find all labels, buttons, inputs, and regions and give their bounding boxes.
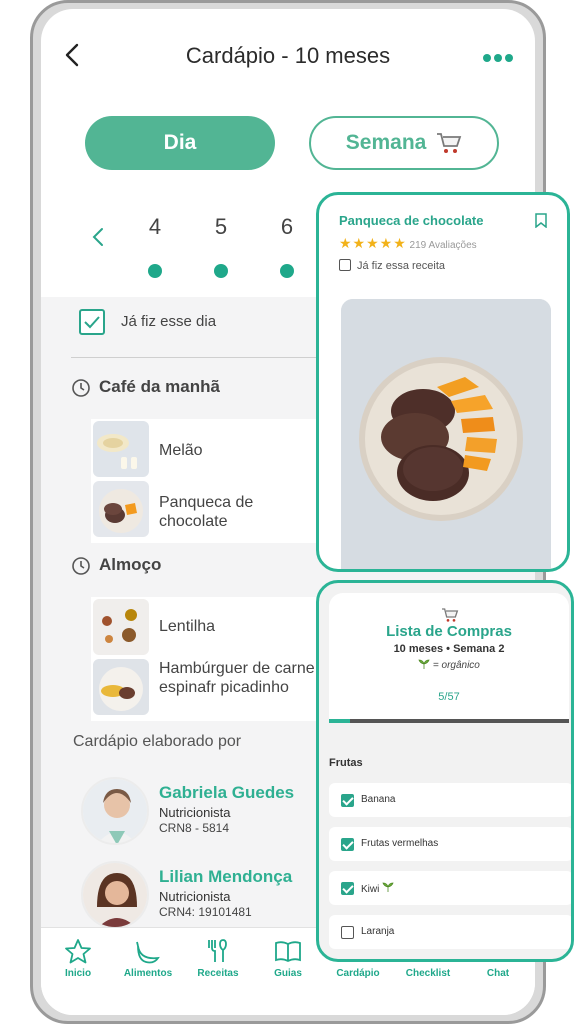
more-options-icon[interactable] xyxy=(483,49,517,62)
top-bar: Cardápio - 10 meses xyxy=(41,39,535,79)
meal-section-breakfast: Café da manhã xyxy=(71,377,220,401)
nav-guides[interactable]: Guias xyxy=(253,938,323,979)
meal-section-lunch: Almoço xyxy=(71,555,161,579)
cart-icon xyxy=(437,133,462,154)
shopping-item-checkbox[interactable] xyxy=(341,838,354,851)
rating: ★★★★★ 219 Avaliações xyxy=(339,235,477,252)
book-icon xyxy=(275,941,301,963)
page-title: Cardápio - 10 meses xyxy=(185,43,391,68)
made-recipe-label: Já fiz essa receita xyxy=(357,260,446,272)
day-item[interactable]: 4 xyxy=(140,214,170,278)
previous-day-icon[interactable] xyxy=(91,226,105,248)
clock-icon xyxy=(72,378,90,397)
day-dot xyxy=(214,264,228,278)
burger-image xyxy=(93,659,149,715)
bookmark-icon[interactable] xyxy=(535,213,547,228)
nutritionist-name: Lilian Mendonça xyxy=(159,867,293,886)
category-label: Frutas xyxy=(329,757,363,769)
shopping-item[interactable]: Frutas vermelhas xyxy=(329,827,571,861)
avatar xyxy=(81,861,149,929)
day-item[interactable]: 6 xyxy=(272,214,302,278)
shopping-list-header: Lista de Compras 10 meses • Semana 2 = o… xyxy=(329,593,569,723)
shopping-list-card[interactable]: Lista de Compras 10 meses • Semana 2 = o… xyxy=(316,580,574,962)
shopping-list-subtitle: 10 meses • Semana 2 xyxy=(393,643,505,655)
check-icon xyxy=(84,316,100,329)
day-item[interactable]: 5 xyxy=(206,214,236,278)
star-icon xyxy=(65,939,91,964)
shopping-item-checkbox[interactable] xyxy=(341,794,354,807)
nutritionist-crn: CRN4: 19101481 xyxy=(159,905,252,919)
shopping-item[interactable]: Kiwi xyxy=(329,871,571,905)
shopping-item-label: Laranja xyxy=(361,926,395,937)
meal-item-label: Melão xyxy=(159,442,203,459)
credits-label: Cardápio elaborado por xyxy=(73,733,242,750)
sprout-icon xyxy=(382,882,394,892)
shopping-list-title: Lista de Compras xyxy=(386,623,512,640)
progress-count: 5/57 xyxy=(438,691,460,703)
pancake-image xyxy=(93,481,149,537)
meal-item-label: Lentilha xyxy=(159,618,216,635)
shopping-item-label: Frutas vermelhas xyxy=(361,838,439,849)
avatar xyxy=(81,777,149,845)
organic-legend: = orgânico xyxy=(329,659,569,671)
recipe-preview-card[interactable]: Panqueca de chocolate ★★★★★ 219 Avaliaçõ… xyxy=(316,192,570,572)
progress-bar xyxy=(329,719,569,723)
day-dot xyxy=(280,264,294,278)
tab-week-label: Semana xyxy=(345,131,427,154)
shopping-item-checkbox[interactable] xyxy=(341,882,354,895)
shopping-item-checkbox[interactable] xyxy=(341,926,354,939)
progress-fill xyxy=(329,719,351,723)
nutritionist-crn: CRN8 - 5814 xyxy=(159,821,230,835)
meal-item-label: Panqueca de chocolate xyxy=(159,494,254,530)
melon-image xyxy=(93,421,149,477)
clock-icon xyxy=(72,556,90,575)
review-count: 219 Avaliações xyxy=(409,240,477,251)
tab-day[interactable]: Dia xyxy=(85,116,275,170)
cart-icon xyxy=(442,608,459,622)
nav-home[interactable]: Inicio xyxy=(43,938,113,979)
cutlery-icon xyxy=(208,939,227,962)
lentil-image xyxy=(93,599,149,655)
recipe-title: Panqueca de chocolate xyxy=(339,213,484,228)
nav-recipes[interactable]: Receitas xyxy=(183,938,253,979)
nav-foods[interactable]: Alimentos xyxy=(113,938,183,979)
star-icon: ★★★★★ xyxy=(339,235,407,251)
recipe-photo xyxy=(341,299,551,569)
shopping-item-label: Banana xyxy=(361,794,396,805)
divider xyxy=(71,357,321,358)
nutritionist-role: Nutricionista xyxy=(159,889,231,904)
day-dot xyxy=(148,264,162,278)
done-day-checkbox[interactable] xyxy=(79,309,105,335)
nutritionist-name: Gabriela Guedes xyxy=(159,783,295,802)
tab-week[interactable]: Semana xyxy=(309,116,499,170)
sprout-icon xyxy=(418,659,430,669)
done-day-label: Já fiz esse dia xyxy=(121,313,217,330)
shopping-item[interactable]: Laranja xyxy=(329,915,571,949)
shopping-item-label: Kiwi xyxy=(361,882,394,895)
made-recipe-checkbox[interactable] xyxy=(339,259,351,271)
banana-icon xyxy=(136,941,160,964)
made-recipe-row[interactable]: Já fiz essa receita xyxy=(339,259,445,272)
shopping-item[interactable]: Banana xyxy=(329,783,571,817)
nutritionist-role: Nutricionista xyxy=(159,805,231,820)
